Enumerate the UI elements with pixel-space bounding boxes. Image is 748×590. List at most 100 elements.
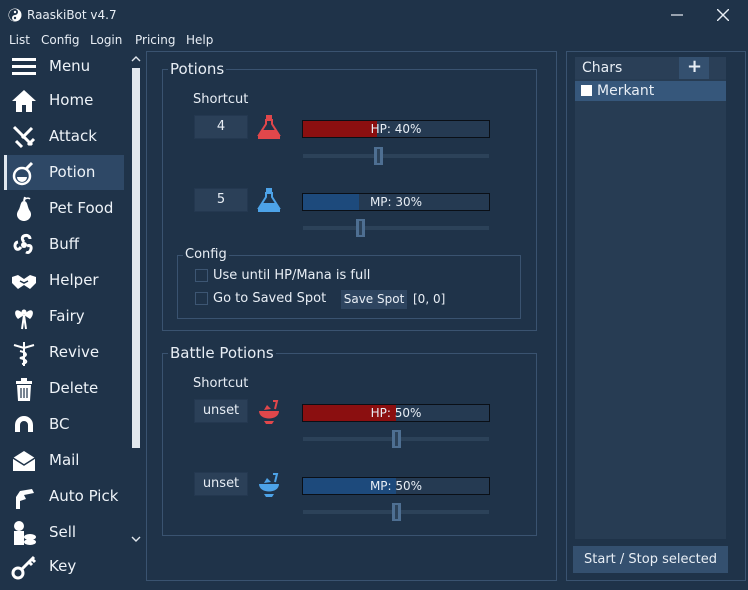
home-icon <box>12 90 36 112</box>
nav-label: Mail <box>49 451 80 469</box>
pear-icon <box>16 196 32 221</box>
triskelion-icon <box>13 233 33 254</box>
handshake-icon <box>12 275 36 289</box>
nav-item-potion[interactable]: Potion <box>4 155 124 190</box>
mp-threshold-bar: MP: 30% <box>302 193 490 211</box>
close-icon <box>717 9 729 21</box>
use-until-full-checkbox[interactable] <box>195 269 208 282</box>
nav-item-delete[interactable]: Delete <box>4 371 124 406</box>
potion-flask-icon <box>12 161 34 186</box>
nav-item-fairy[interactable]: Fairy <box>4 299 124 334</box>
hamburger-menu-icon <box>12 58 36 75</box>
nav-label: Attack <box>49 127 97 145</box>
nav-item-auto-pick[interactable]: Auto Pick <box>4 479 124 514</box>
char-checkbox[interactable] <box>581 85 592 96</box>
battle-hp-threshold-bar: HP: 50% <box>302 404 490 422</box>
nav-label: Potion <box>49 163 96 181</box>
char-name: Merkant <box>597 83 655 99</box>
battle-shortcut-label: Shortcut <box>193 376 249 391</box>
menu-pricing[interactable]: Pricing <box>135 33 175 47</box>
start-stop-selected-button[interactable]: Start / Stop selected <box>573 546 728 573</box>
nav-item-home[interactable]: Home <box>4 83 124 118</box>
fairy-icon <box>15 309 33 330</box>
mp-slider-thumb[interactable] <box>356 219 365 237</box>
char-row[interactable]: Merkant <box>575 81 726 101</box>
nav-item-pet-food[interactable]: Pet Food <box>4 191 124 226</box>
nav-item-attack[interactable]: Attack <box>4 119 124 154</box>
nav-item-buff[interactable]: Buff <box>4 227 124 262</box>
nav-label: Buff <box>49 235 80 253</box>
close-button[interactable] <box>700 0 746 30</box>
save-spot-button[interactable]: Save Spot <box>341 290 407 309</box>
nav-item-menu[interactable]: Menu <box>4 49 124 84</box>
hp-slider-track[interactable] <box>303 147 489 165</box>
crossed-swords-icon <box>12 125 36 149</box>
chevron-down-icon[interactable] <box>131 533 141 545</box>
hp-slider-thumb[interactable] <box>374 147 383 165</box>
nav-label: Fairy <box>49 307 85 325</box>
battle-hp-slider-thumb[interactable] <box>392 430 401 448</box>
battle-hp-shortcut-field[interactable]: unset <box>194 399 248 423</box>
saved-coords: [0, 0] <box>413 292 446 306</box>
battle-hp-bar-text: HP: 50% <box>370 406 422 420</box>
battle-mp-shortcut-field[interactable]: unset <box>194 472 248 496</box>
key-icon <box>11 555 37 580</box>
nav-item-mail[interactable]: Mail <box>4 443 124 478</box>
chevron-up-icon[interactable] <box>131 53 141 65</box>
mp-potion-icon <box>257 188 281 212</box>
nav-label: Menu <box>49 57 91 75</box>
battle-mp-threshold-bar: MP: 50% <box>302 477 490 495</box>
battle-mp-potion-icon <box>259 473 279 497</box>
nav-label: Helper <box>49 271 99 289</box>
hp-bar-text: HP: 40% <box>370 122 422 136</box>
coins-sell-icon <box>14 521 36 545</box>
nav-label: Revive <box>49 343 100 361</box>
battle-hp-slider-track[interactable] <box>303 430 489 448</box>
nav-label: Key <box>49 557 77 575</box>
hp-shortcut-field[interactable]: 4 <box>194 115 248 139</box>
add-char-button[interactable]: + <box>679 56 709 79</box>
grabbing-hand-icon <box>16 489 34 509</box>
nav-item-helper[interactable]: Helper <box>4 263 124 298</box>
window-title: RaaskiBot v4.7 <box>27 8 117 22</box>
nav-label: Home <box>49 91 94 109</box>
minimize-icon <box>671 14 683 16</box>
nav-item-bc[interactable]: BC <box>4 407 124 442</box>
nav-item-revive[interactable]: Revive <box>4 335 124 370</box>
mp-slider-track[interactable] <box>303 219 489 237</box>
minimize-button[interactable] <box>654 0 700 30</box>
chars-header-label: Chars <box>582 60 623 76</box>
config-group <box>177 255 521 319</box>
menu-login[interactable]: Login <box>90 33 122 47</box>
nav-item-sell[interactable]: Sell <box>4 515 124 550</box>
go-to-saved-spot-checkbox[interactable] <box>195 292 208 305</box>
battle-potions-title: Battle Potions <box>168 344 276 362</box>
go-to-saved-spot-label: Go to Saved Spot <box>213 291 327 306</box>
caduceus-icon <box>13 342 35 366</box>
battle-mp-bar-text: MP: 50% <box>369 479 423 493</box>
hp-potion-icon <box>257 115 281 139</box>
envelope-icon <box>12 451 36 471</box>
horseshoe-magnet-icon <box>15 416 33 436</box>
mp-bar-text: MP: 30% <box>369 195 423 209</box>
trash-icon <box>16 378 32 401</box>
config-title: Config <box>183 247 229 262</box>
menu-bar: List Config Login Pricing Help <box>0 30 748 50</box>
chars-list[interactable] <box>575 57 726 539</box>
nav-item-key[interactable]: Key <box>4 549 124 584</box>
use-until-full-label: Use until HP/Mana is full <box>213 268 371 283</box>
plus-icon: + <box>687 56 703 77</box>
menu-list[interactable]: List <box>9 33 30 47</box>
hp-threshold-bar: HP: 40% <box>302 120 490 138</box>
potions-shortcut-label: Shortcut <box>193 92 249 107</box>
nav-label: Auto Pick <box>49 487 119 505</box>
menu-help[interactable]: Help <box>186 33 213 47</box>
sidebar-scroll-thumb[interactable] <box>132 68 140 448</box>
title-bar: RaaskiBot v4.7 <box>0 0 748 30</box>
battle-mp-slider-track[interactable] <box>303 503 489 521</box>
menu-config[interactable]: Config <box>41 33 80 47</box>
battle-mp-slider-thumb[interactable] <box>392 503 401 521</box>
mp-shortcut-field[interactable]: 5 <box>194 188 248 212</box>
nav-label: Pet Food <box>49 199 114 217</box>
nav-label: Delete <box>49 379 99 397</box>
